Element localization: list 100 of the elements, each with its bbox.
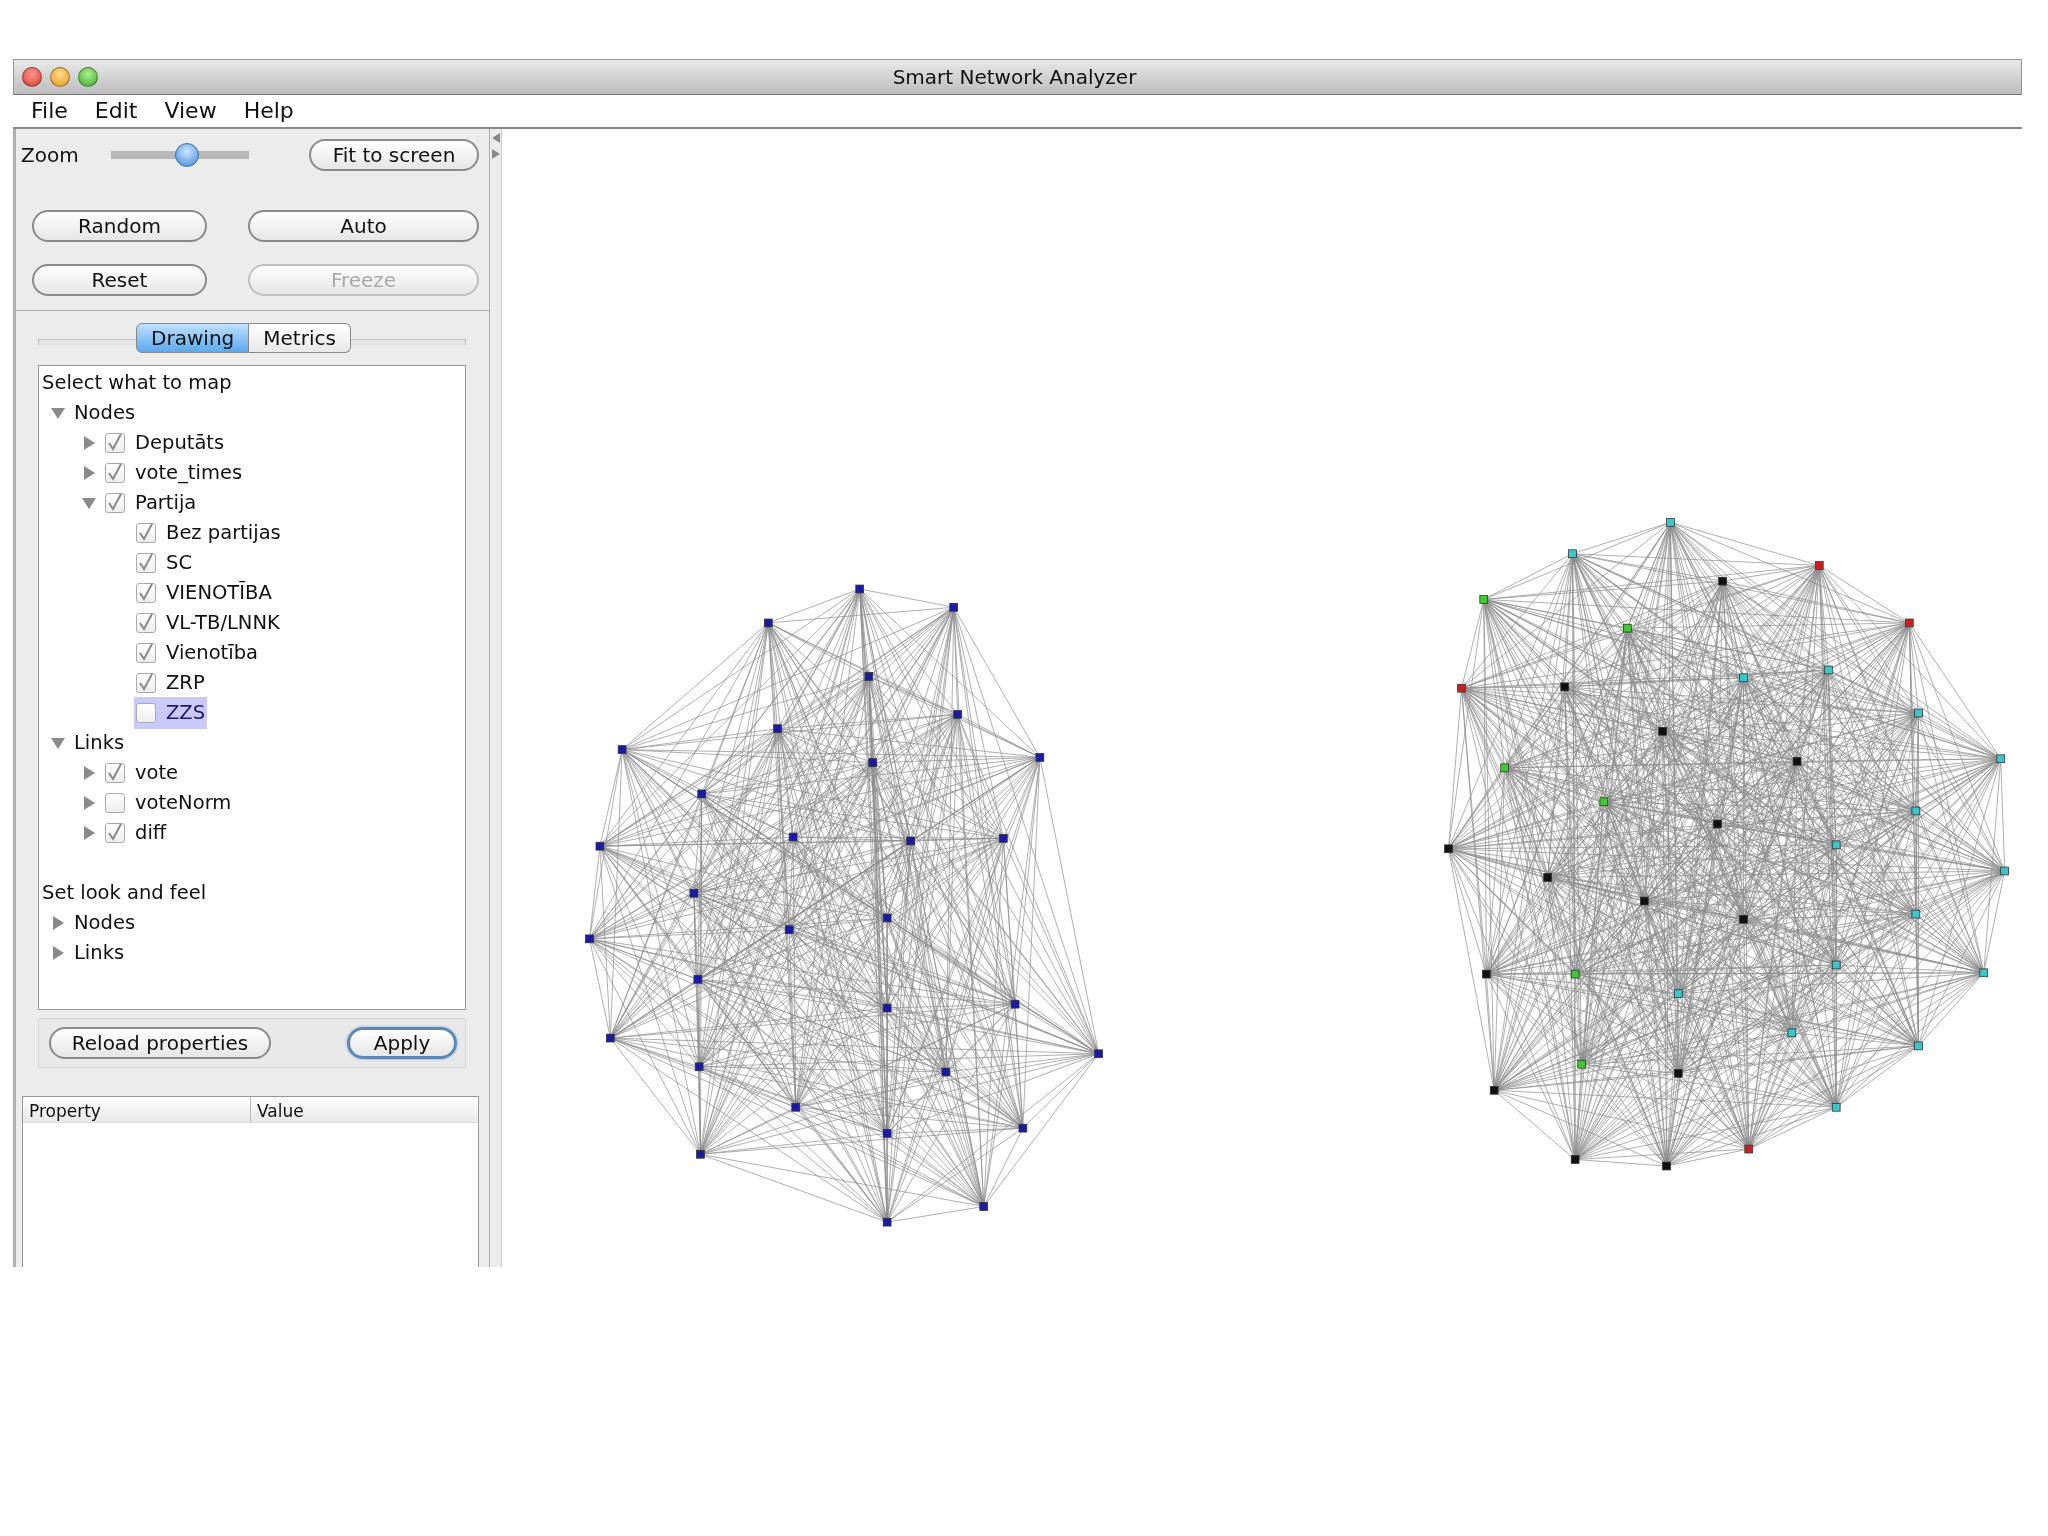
menu-item[interactable]: File	[17, 95, 81, 127]
graph-node	[1010, 999, 1020, 1009]
section-heading: Select what to map	[42, 370, 233, 396]
graph-node	[906, 836, 915, 846]
tree-item-label[interactable]: VIENOTĪBA	[166, 578, 272, 608]
graph-node	[764, 618, 773, 628]
slider-thumb[interactable]	[174, 143, 199, 167]
tree-item[interactable]: VL-TB/LNNK	[134, 607, 282, 639]
graph-node	[1623, 623, 1632, 633]
expand-triangle-icon[interactable]	[82, 466, 96, 480]
push-button[interactable]: Reset	[32, 264, 207, 296]
graph-node	[694, 1062, 704, 1072]
expand-triangle-icon[interactable]	[82, 436, 96, 450]
graph-node	[953, 710, 962, 719]
tree-item-label[interactable]: Bez partijas	[166, 518, 281, 548]
graph-node	[1979, 968, 1989, 978]
graph-node	[1662, 1161, 1671, 1171]
zoom-button[interactable]	[78, 67, 98, 87]
graph-node	[1673, 989, 1683, 998]
checkbox[interactable]	[136, 703, 156, 723]
tree-item[interactable]: VIENOTĪBA	[134, 577, 274, 609]
tree-item-label[interactable]: Links	[74, 938, 125, 968]
checkbox[interactable]	[105, 433, 125, 453]
push-button[interactable]: Apply	[347, 1027, 457, 1059]
tree-item[interactable]: SC	[134, 547, 194, 579]
graph-node	[868, 758, 878, 767]
tab[interactable]: Drawing	[136, 323, 250, 353]
minimize-button[interactable]	[50, 67, 70, 87]
push-button[interactable]: Auto	[248, 210, 479, 242]
checkbox[interactable]	[136, 553, 156, 573]
tree-item[interactable]: Vienotība	[134, 637, 260, 669]
column-header[interactable]: Property	[23, 1097, 251, 1122]
tree-item-label[interactable]: ZRP	[166, 668, 205, 698]
close-button[interactable]	[22, 67, 42, 87]
tree-item[interactable]: Bez partijas	[134, 517, 283, 549]
graph-node	[1640, 896, 1649, 906]
collapse-triangle-icon[interactable]	[51, 406, 65, 420]
tree-item-label[interactable]: Nodes	[74, 908, 136, 938]
checkbox[interactable]	[136, 613, 156, 633]
tree-item-label[interactable]: diff	[135, 818, 167, 848]
menu-item[interactable]: View	[150, 95, 230, 127]
tree-item-label[interactable]: Partija	[135, 488, 197, 518]
tree-item-label[interactable]: SC	[166, 548, 192, 578]
expand-triangle-icon[interactable]	[82, 766, 96, 780]
expand-triangle-icon[interactable]	[51, 916, 65, 930]
checkbox[interactable]	[105, 493, 125, 513]
graph-node	[1570, 969, 1580, 979]
checkbox[interactable]	[105, 763, 125, 783]
expand-triangle-icon[interactable]	[82, 826, 96, 840]
tree-item[interactable]: ZZS	[134, 697, 208, 729]
push-button[interactable]: Fit to screen	[309, 139, 479, 171]
checkbox[interactable]	[136, 583, 156, 603]
checkbox[interactable]	[136, 523, 156, 543]
checkbox[interactable]	[136, 643, 156, 663]
graph-node	[1444, 844, 1453, 854]
tree-item[interactable]: ZRP	[134, 667, 207, 699]
tree-item-label[interactable]: Nodes	[74, 398, 136, 428]
graph-node	[1666, 518, 1675, 527]
checkbox[interactable]	[105, 463, 125, 483]
tree-item-label[interactable]: Links	[74, 728, 125, 758]
expand-triangle-icon[interactable]	[51, 946, 65, 960]
tree-item-label[interactable]: vote	[135, 758, 179, 788]
column-header[interactable]: Value	[251, 1097, 310, 1122]
graph-node	[1560, 682, 1569, 692]
graph-node	[1787, 1028, 1797, 1038]
graph-node	[1500, 763, 1509, 773]
graph-node	[1831, 840, 1841, 850]
graph-node	[979, 1202, 989, 1211]
graph-node	[788, 832, 798, 842]
graph-node	[1018, 1123, 1028, 1133]
checkbox[interactable]	[136, 673, 156, 693]
graph-node	[791, 1102, 801, 1112]
collapse-triangle-icon[interactable]	[82, 496, 96, 510]
menu-item[interactable]: Help	[229, 95, 307, 127]
zoom-label: Zoom	[21, 142, 80, 169]
graph-node	[617, 745, 627, 754]
tree-item-label[interactable]: vote_times	[135, 458, 243, 488]
graph-node	[882, 1003, 892, 1013]
tree-item-label[interactable]: Vienotība	[166, 638, 258, 668]
graph-node	[1482, 969, 1491, 979]
graph-node	[1673, 1069, 1683, 1078]
checkbox[interactable]	[105, 823, 125, 843]
tab[interactable]: Metrics	[249, 323, 351, 353]
graph-node	[1599, 797, 1609, 807]
graph-node	[855, 584, 864, 594]
expand-triangle-icon[interactable]	[82, 796, 96, 810]
collapse-triangle-icon[interactable]	[51, 736, 65, 750]
graph-node	[999, 834, 1008, 843]
graph-node	[1792, 757, 1802, 766]
tree-item-label[interactable]: Deputāts	[135, 428, 225, 458]
graph-node	[1577, 1059, 1586, 1069]
menu-item[interactable]: Edit	[80, 95, 151, 127]
checkbox[interactable]	[105, 793, 125, 813]
push-button[interactable]: Random	[32, 210, 207, 242]
tree-item-label[interactable]: VL-TB/LNNK	[166, 608, 280, 638]
graph-node	[864, 672, 874, 681]
tree-item-label[interactable]: voteNorm	[135, 788, 232, 818]
tree-item-label[interactable]: ZZS	[166, 698, 206, 728]
graph-node	[1718, 576, 1727, 586]
push-button[interactable]: Reload properties	[49, 1027, 271, 1059]
